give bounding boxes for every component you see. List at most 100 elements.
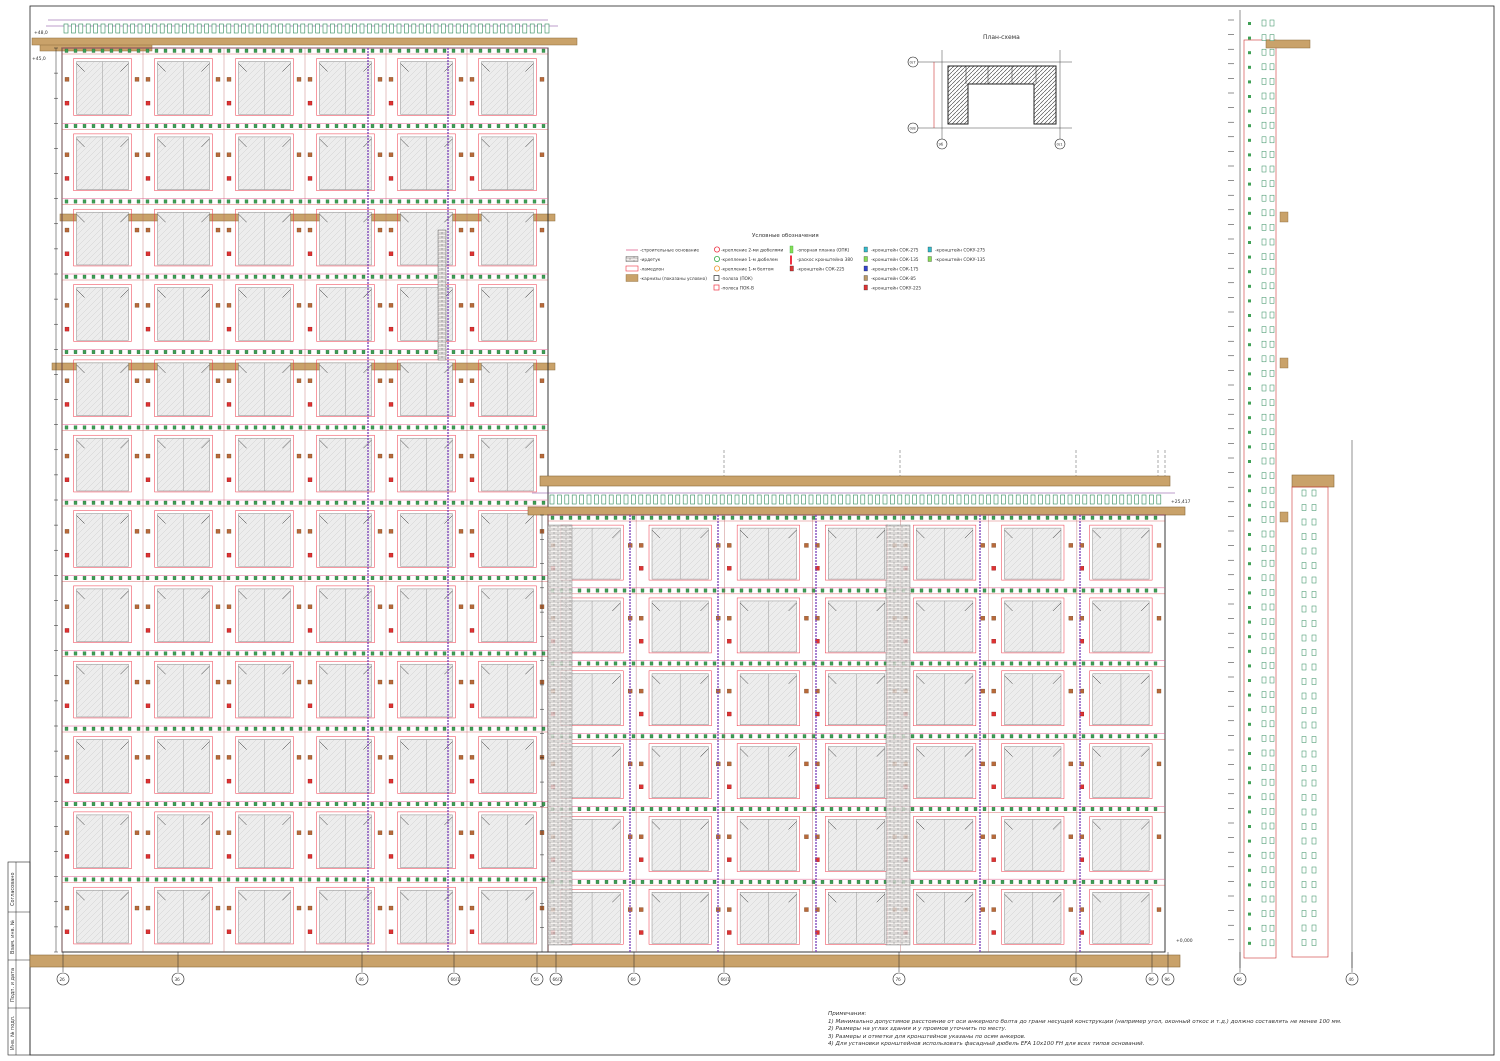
slab-bracket: [199, 274, 204, 279]
section-bracket: [1269, 881, 1275, 888]
section-bracket: [1261, 48, 1267, 56]
slab-bracket: [289, 48, 294, 53]
slab-bracket: [1045, 807, 1050, 811]
section-bracket: [1311, 663, 1317, 671]
side-bracket: [388, 529, 394, 534]
top-bracket: [441, 23, 446, 34]
slab-bracket: [730, 661, 735, 666]
slab-bracket: [370, 274, 375, 279]
slab-bracket: [181, 576, 186, 580]
slab-bracket: [694, 515, 699, 520]
slab-bracket: [1117, 515, 1122, 520]
side-bracket: [296, 378, 302, 383]
slab-bracket: [451, 877, 456, 882]
slab-bracket: [154, 350, 159, 354]
slab-bracket: [109, 199, 114, 204]
slab-bracket: [784, 734, 789, 739]
slab-bracket: [415, 726, 420, 731]
top-bracket: [381, 23, 387, 34]
section-bracket: [1261, 895, 1267, 903]
slab-bracket: [775, 734, 780, 739]
slab-bracket: [1000, 807, 1005, 811]
slab-bracket: [163, 48, 168, 53]
side-bracket: [296, 453, 302, 459]
slab-bracket: [757, 515, 762, 520]
slab-bracket: [82, 199, 87, 204]
side-bracket: [134, 755, 140, 760]
slab-bracket: [208, 726, 213, 731]
section-bracket: [1261, 457, 1267, 465]
slab-bracket: [604, 588, 609, 593]
slab-bracket: [190, 274, 195, 279]
slab-bracket: [595, 880, 600, 884]
slab-bracket: [154, 500, 159, 505]
slab-bracket: [244, 274, 249, 279]
slab-bracket: [586, 734, 591, 739]
slab-bracket: [424, 500, 429, 505]
slab-bracket: [397, 877, 402, 882]
side-bracket: [991, 543, 996, 548]
slab-bracket: [820, 880, 825, 884]
top-bracket: [241, 23, 246, 34]
slab-bracket: [1054, 880, 1059, 884]
top-bracket: [830, 494, 836, 505]
slab-bracket: [874, 588, 879, 593]
side-bracket: [145, 176, 151, 181]
section-bracket: [1261, 340, 1267, 348]
section-anchor: [1248, 518, 1251, 522]
slab-bracket: [334, 425, 339, 430]
slab-bracket: [478, 199, 483, 204]
side-bracket: [296, 529, 302, 534]
slab-bracket: [163, 726, 168, 731]
section-anchor: [1248, 825, 1251, 828]
section-bracket: [1269, 121, 1275, 129]
side-bracket: [64, 929, 70, 934]
slab-bracket: [523, 425, 528, 430]
section-cornice: [1279, 211, 1289, 223]
slab-bracket: [460, 877, 465, 882]
slab-bracket: [73, 651, 78, 656]
section-bracket: [1269, 822, 1275, 830]
section-anchor: [1248, 343, 1251, 347]
side-bracket: [469, 628, 475, 633]
legend-label-6: -крепление 1-м болтом: [721, 267, 774, 273]
slab-bracket: [469, 350, 474, 354]
section-bracket: [1261, 545, 1267, 552]
slab-bracket: [235, 651, 240, 656]
slab-bracket: [838, 807, 843, 811]
side-bracket: [388, 378, 394, 383]
section-anchor: [1248, 474, 1251, 478]
slab-bracket: [127, 124, 132, 128]
section-bracket: [1269, 851, 1275, 859]
slab-bracket: [1126, 588, 1131, 593]
slab-bracket: [127, 425, 132, 430]
slab-bracket: [424, 802, 429, 806]
legend-symbol: [863, 246, 868, 253]
slab-bracket: [874, 515, 879, 520]
slab-bracket: [181, 425, 186, 430]
side-bracket: [727, 761, 732, 767]
slab-bracket: [64, 500, 69, 505]
slab-bracket: [622, 734, 627, 739]
side-bracket: [980, 543, 985, 548]
slab-bracket: [1117, 661, 1122, 666]
section-bracket: [1269, 63, 1275, 71]
slab-bracket: [469, 651, 474, 656]
top-bracket: [411, 23, 417, 34]
slab-bracket: [865, 807, 870, 811]
slab-bracket: [847, 588, 852, 593]
section-anchor: [1248, 182, 1251, 186]
section-anchor: [1248, 898, 1251, 901]
slab-bracket: [271, 802, 276, 806]
slab-bracket: [514, 802, 519, 806]
slab-bracket: [1144, 588, 1149, 593]
legend-title: Условные обозначения: [752, 233, 819, 239]
section-bracket: [1269, 603, 1275, 611]
slab-bracket: [217, 877, 222, 882]
section-anchor: [1248, 664, 1251, 668]
slab-bracket: [478, 124, 483, 128]
slab-bracket: [1027, 807, 1032, 811]
slab-bracket: [415, 500, 420, 505]
top-bracket: [971, 494, 977, 505]
top-bracket: [404, 23, 409, 34]
